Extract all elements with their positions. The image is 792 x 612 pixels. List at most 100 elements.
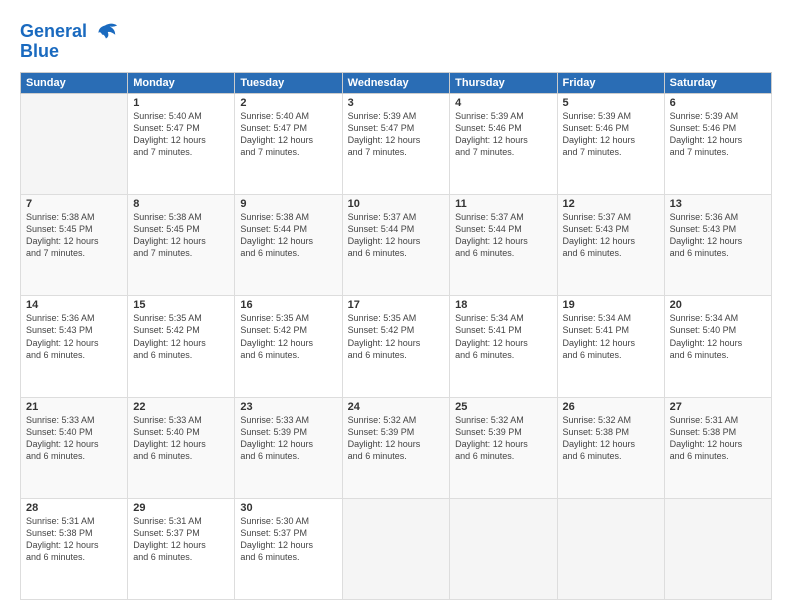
day-info: Sunrise: 5:34 AM Sunset: 5:40 PM Dayligh… [670, 312, 766, 361]
calendar-cell: 25Sunrise: 5:32 AM Sunset: 5:39 PM Dayli… [450, 397, 557, 498]
day-info: Sunrise: 5:37 AM Sunset: 5:43 PM Dayligh… [563, 211, 659, 260]
day-info: Sunrise: 5:39 AM Sunset: 5:46 PM Dayligh… [455, 110, 551, 159]
page: General Blue SundayMondayTuesdayWednesda… [0, 0, 792, 612]
day-number: 5 [563, 97, 659, 109]
day-info: Sunrise: 5:36 AM Sunset: 5:43 PM Dayligh… [26, 312, 122, 361]
day-info: Sunrise: 5:33 AM Sunset: 5:40 PM Dayligh… [133, 414, 229, 463]
day-number: 8 [133, 198, 229, 210]
calendar-cell: 11Sunrise: 5:37 AM Sunset: 5:44 PM Dayli… [450, 195, 557, 296]
calendar-cell: 18Sunrise: 5:34 AM Sunset: 5:41 PM Dayli… [450, 296, 557, 397]
calendar-cell: 24Sunrise: 5:32 AM Sunset: 5:39 PM Dayli… [342, 397, 450, 498]
day-number: 26 [563, 401, 659, 413]
calendar-cell: 4Sunrise: 5:39 AM Sunset: 5:46 PM Daylig… [450, 93, 557, 194]
day-number: 22 [133, 401, 229, 413]
calendar-cell: 10Sunrise: 5:37 AM Sunset: 5:44 PM Dayli… [342, 195, 450, 296]
calendar-cell: 6Sunrise: 5:39 AM Sunset: 5:46 PM Daylig… [664, 93, 771, 194]
calendar-cell: 3Sunrise: 5:39 AM Sunset: 5:47 PM Daylig… [342, 93, 450, 194]
calendar-cell: 27Sunrise: 5:31 AM Sunset: 5:38 PM Dayli… [664, 397, 771, 498]
calendar-cell: 2Sunrise: 5:40 AM Sunset: 5:47 PM Daylig… [235, 93, 342, 194]
calendar-cell [664, 498, 771, 599]
day-info: Sunrise: 5:39 AM Sunset: 5:47 PM Dayligh… [348, 110, 445, 159]
day-info: Sunrise: 5:38 AM Sunset: 5:45 PM Dayligh… [26, 211, 122, 260]
calendar-cell: 26Sunrise: 5:32 AM Sunset: 5:38 PM Dayli… [557, 397, 664, 498]
calendar: SundayMondayTuesdayWednesdayThursdayFrid… [20, 72, 772, 600]
logo: General Blue [20, 18, 119, 62]
week-row-1: 1Sunrise: 5:40 AM Sunset: 5:47 PM Daylig… [21, 93, 772, 194]
day-info: Sunrise: 5:35 AM Sunset: 5:42 PM Dayligh… [240, 312, 336, 361]
week-row-4: 21Sunrise: 5:33 AM Sunset: 5:40 PM Dayli… [21, 397, 772, 498]
calendar-cell: 7Sunrise: 5:38 AM Sunset: 5:45 PM Daylig… [21, 195, 128, 296]
calendar-cell: 29Sunrise: 5:31 AM Sunset: 5:37 PM Dayli… [128, 498, 235, 599]
calendar-cell: 1Sunrise: 5:40 AM Sunset: 5:47 PM Daylig… [128, 93, 235, 194]
calendar-cell: 21Sunrise: 5:33 AM Sunset: 5:40 PM Dayli… [21, 397, 128, 498]
day-number: 27 [670, 401, 766, 413]
day-number: 12 [563, 198, 659, 210]
day-info: Sunrise: 5:35 AM Sunset: 5:42 PM Dayligh… [348, 312, 445, 361]
calendar-cell: 22Sunrise: 5:33 AM Sunset: 5:40 PM Dayli… [128, 397, 235, 498]
day-info: Sunrise: 5:37 AM Sunset: 5:44 PM Dayligh… [348, 211, 445, 260]
day-info: Sunrise: 5:36 AM Sunset: 5:43 PM Dayligh… [670, 211, 766, 260]
day-number: 7 [26, 198, 122, 210]
week-row-3: 14Sunrise: 5:36 AM Sunset: 5:43 PM Dayli… [21, 296, 772, 397]
day-info: Sunrise: 5:40 AM Sunset: 5:47 PM Dayligh… [240, 110, 336, 159]
calendar-cell: 5Sunrise: 5:39 AM Sunset: 5:46 PM Daylig… [557, 93, 664, 194]
day-number: 25 [455, 401, 551, 413]
logo-general: General [20, 21, 87, 41]
day-info: Sunrise: 5:37 AM Sunset: 5:44 PM Dayligh… [455, 211, 551, 260]
day-number: 9 [240, 198, 336, 210]
calendar-cell: 28Sunrise: 5:31 AM Sunset: 5:38 PM Dayli… [21, 498, 128, 599]
calendar-cell: 13Sunrise: 5:36 AM Sunset: 5:43 PM Dayli… [664, 195, 771, 296]
day-info: Sunrise: 5:34 AM Sunset: 5:41 PM Dayligh… [455, 312, 551, 361]
calendar-cell [450, 498, 557, 599]
day-info: Sunrise: 5:38 AM Sunset: 5:45 PM Dayligh… [133, 211, 229, 260]
day-number: 15 [133, 299, 229, 311]
day-number: 2 [240, 97, 336, 109]
day-info: Sunrise: 5:31 AM Sunset: 5:38 PM Dayligh… [670, 414, 766, 463]
calendar-cell: 15Sunrise: 5:35 AM Sunset: 5:42 PM Dayli… [128, 296, 235, 397]
calendar-cell: 8Sunrise: 5:38 AM Sunset: 5:45 PM Daylig… [128, 195, 235, 296]
day-number: 29 [133, 502, 229, 514]
calendar-cell [342, 498, 450, 599]
day-number: 24 [348, 401, 445, 413]
calendar-cell: 9Sunrise: 5:38 AM Sunset: 5:44 PM Daylig… [235, 195, 342, 296]
day-info: Sunrise: 5:33 AM Sunset: 5:39 PM Dayligh… [240, 414, 336, 463]
day-number: 17 [348, 299, 445, 311]
col-header-monday: Monday [128, 72, 235, 93]
logo-bird-icon [91, 18, 119, 46]
day-info: Sunrise: 5:39 AM Sunset: 5:46 PM Dayligh… [563, 110, 659, 159]
day-number: 20 [670, 299, 766, 311]
day-number: 23 [240, 401, 336, 413]
calendar-cell: 14Sunrise: 5:36 AM Sunset: 5:43 PM Dayli… [21, 296, 128, 397]
day-info: Sunrise: 5:39 AM Sunset: 5:46 PM Dayligh… [670, 110, 766, 159]
day-info: Sunrise: 5:34 AM Sunset: 5:41 PM Dayligh… [563, 312, 659, 361]
day-number: 16 [240, 299, 336, 311]
day-number: 18 [455, 299, 551, 311]
col-header-thursday: Thursday [450, 72, 557, 93]
header: General Blue [20, 18, 772, 62]
col-header-saturday: Saturday [664, 72, 771, 93]
day-number: 6 [670, 97, 766, 109]
calendar-cell [557, 498, 664, 599]
logo-blue: Blue [20, 42, 59, 62]
calendar-cell: 30Sunrise: 5:30 AM Sunset: 5:37 PM Dayli… [235, 498, 342, 599]
day-number: 13 [670, 198, 766, 210]
day-info: Sunrise: 5:32 AM Sunset: 5:39 PM Dayligh… [455, 414, 551, 463]
day-number: 21 [26, 401, 122, 413]
week-row-2: 7Sunrise: 5:38 AM Sunset: 5:45 PM Daylig… [21, 195, 772, 296]
day-number: 4 [455, 97, 551, 109]
calendar-cell: 12Sunrise: 5:37 AM Sunset: 5:43 PM Dayli… [557, 195, 664, 296]
calendar-cell: 16Sunrise: 5:35 AM Sunset: 5:42 PM Dayli… [235, 296, 342, 397]
logo-text: General [20, 22, 87, 42]
calendar-cell: 17Sunrise: 5:35 AM Sunset: 5:42 PM Dayli… [342, 296, 450, 397]
day-info: Sunrise: 5:32 AM Sunset: 5:39 PM Dayligh… [348, 414, 445, 463]
col-header-sunday: Sunday [21, 72, 128, 93]
calendar-cell: 19Sunrise: 5:34 AM Sunset: 5:41 PM Dayli… [557, 296, 664, 397]
week-row-5: 28Sunrise: 5:31 AM Sunset: 5:38 PM Dayli… [21, 498, 772, 599]
calendar-header-row: SundayMondayTuesdayWednesdayThursdayFrid… [21, 72, 772, 93]
day-info: Sunrise: 5:33 AM Sunset: 5:40 PM Dayligh… [26, 414, 122, 463]
day-info: Sunrise: 5:30 AM Sunset: 5:37 PM Dayligh… [240, 515, 336, 564]
col-header-friday: Friday [557, 72, 664, 93]
day-info: Sunrise: 5:31 AM Sunset: 5:37 PM Dayligh… [133, 515, 229, 564]
calendar-cell [21, 93, 128, 194]
day-number: 11 [455, 198, 551, 210]
